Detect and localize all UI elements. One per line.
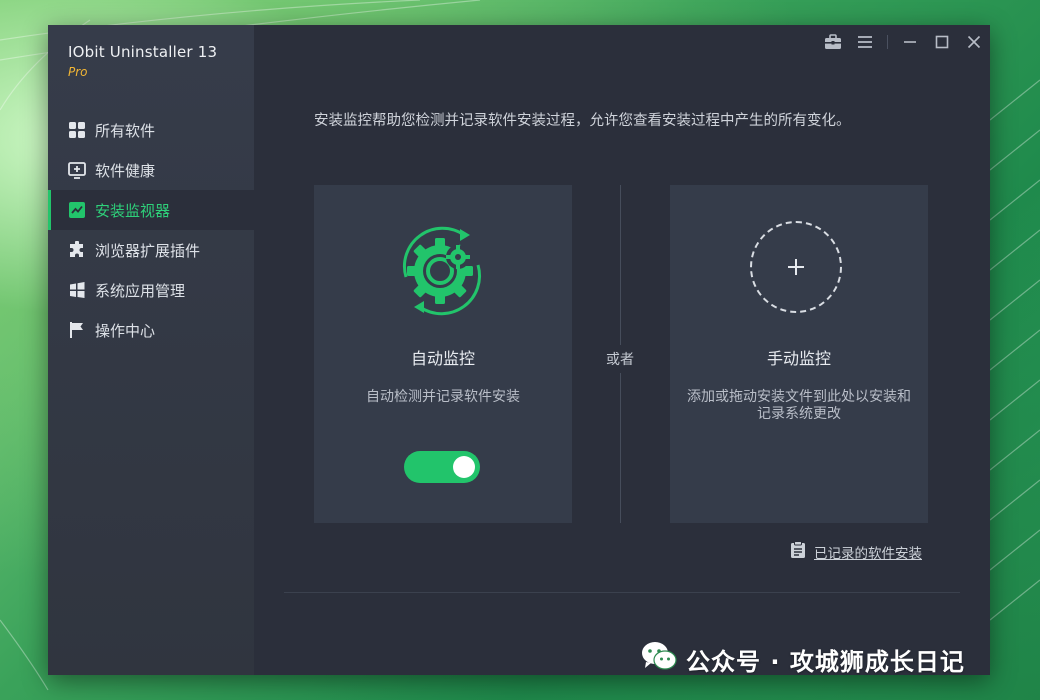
app-window: IObit Uninstaller 13 Pro 所有软件 软件健康 安装监视器… <box>48 25 990 675</box>
sidebar-item-software-health[interactable]: 软件健康 <box>48 150 254 190</box>
app-title: IObit Uninstaller 13 <box>68 43 218 61</box>
puzzle-icon <box>68 241 86 259</box>
sidebar-item-action-center[interactable]: 操作中心 <box>48 310 254 350</box>
toggle-knob <box>453 456 475 478</box>
intro-text: 安装监控帮助您检测并记录软件安装过程，允许您查看安装过程中产生的所有变化。 <box>314 113 851 129</box>
sidebar-item-browser-extensions[interactable]: 浏览器扩展插件 <box>48 230 254 270</box>
clipboard-icon <box>790 541 806 563</box>
grid-icon <box>68 121 86 139</box>
sidebar-item-label: 操作中心 <box>95 321 156 340</box>
brand: IObit Uninstaller 13 Pro <box>68 43 217 79</box>
sidebar-item-label: 安装监视器 <box>95 201 171 220</box>
watermark-text: 公众号 · 攻城狮成长日记 <box>686 647 965 676</box>
sidebar-item-label: 所有软件 <box>95 121 156 140</box>
sidebar-item-label: 软件健康 <box>95 161 156 180</box>
recorded-installs-link[interactable]: 已记录的软件安装 <box>790 541 922 563</box>
auto-monitor-desc: 自动检测并记录软件安装 <box>366 389 520 405</box>
wechat-icon <box>640 640 678 678</box>
sidebar-item-install-monitor[interactable]: 安装监视器 <box>48 190 254 230</box>
manual-monitor-desc: 添加或拖动安装文件到此处以安装和记录系统更改 <box>687 389 911 422</box>
windows-icon <box>68 281 86 299</box>
manual-monitor-title: 手动监控 <box>766 349 831 368</box>
sidebar-nav: 所有软件 软件健康 安装监视器 浏览器扩展插件 系统应用管理 操作中心 <box>48 110 254 350</box>
sidebar-item-label: 浏览器扩展插件 <box>95 241 201 260</box>
trend-chart-icon <box>68 201 86 219</box>
auto-monitor-card: 自动监控 自动检测并记录软件安装 <box>314 185 572 523</box>
flag-icon <box>68 321 86 339</box>
or-label: 或者 <box>600 345 640 373</box>
sidebar-item-system-apps[interactable]: 系统应用管理 <box>48 270 254 310</box>
auto-monitor-toggle[interactable] <box>404 451 480 483</box>
app-edition: Pro <box>68 65 88 79</box>
sidebar: IObit Uninstaller 13 Pro 所有软件 软件健康 安装监视器… <box>48 25 254 675</box>
auto-monitor-title: 自动监控 <box>410 349 475 368</box>
bottom-divider <box>284 592 960 593</box>
auto-monitor-gear-icon <box>386 215 498 327</box>
watermark: 公众号 · 攻城狮成长日记 <box>640 640 965 678</box>
monitor-plus-icon <box>68 161 86 179</box>
sidebar-item-all-software[interactable]: 所有软件 <box>48 110 254 150</box>
sidebar-item-label: 系统应用管理 <box>95 281 186 300</box>
manual-monitor-card[interactable]: 手动监控 添加或拖动安装文件到此处以安装和记录系统更改 <box>670 185 928 523</box>
recorded-installs-label: 已记录的软件安装 <box>814 546 922 562</box>
main-panel: 安装监控帮助您检测并记录软件安装过程，允许您查看安装过程中产生的所有变化。 自动… <box>254 25 990 675</box>
plus-icon[interactable] <box>750 221 842 313</box>
